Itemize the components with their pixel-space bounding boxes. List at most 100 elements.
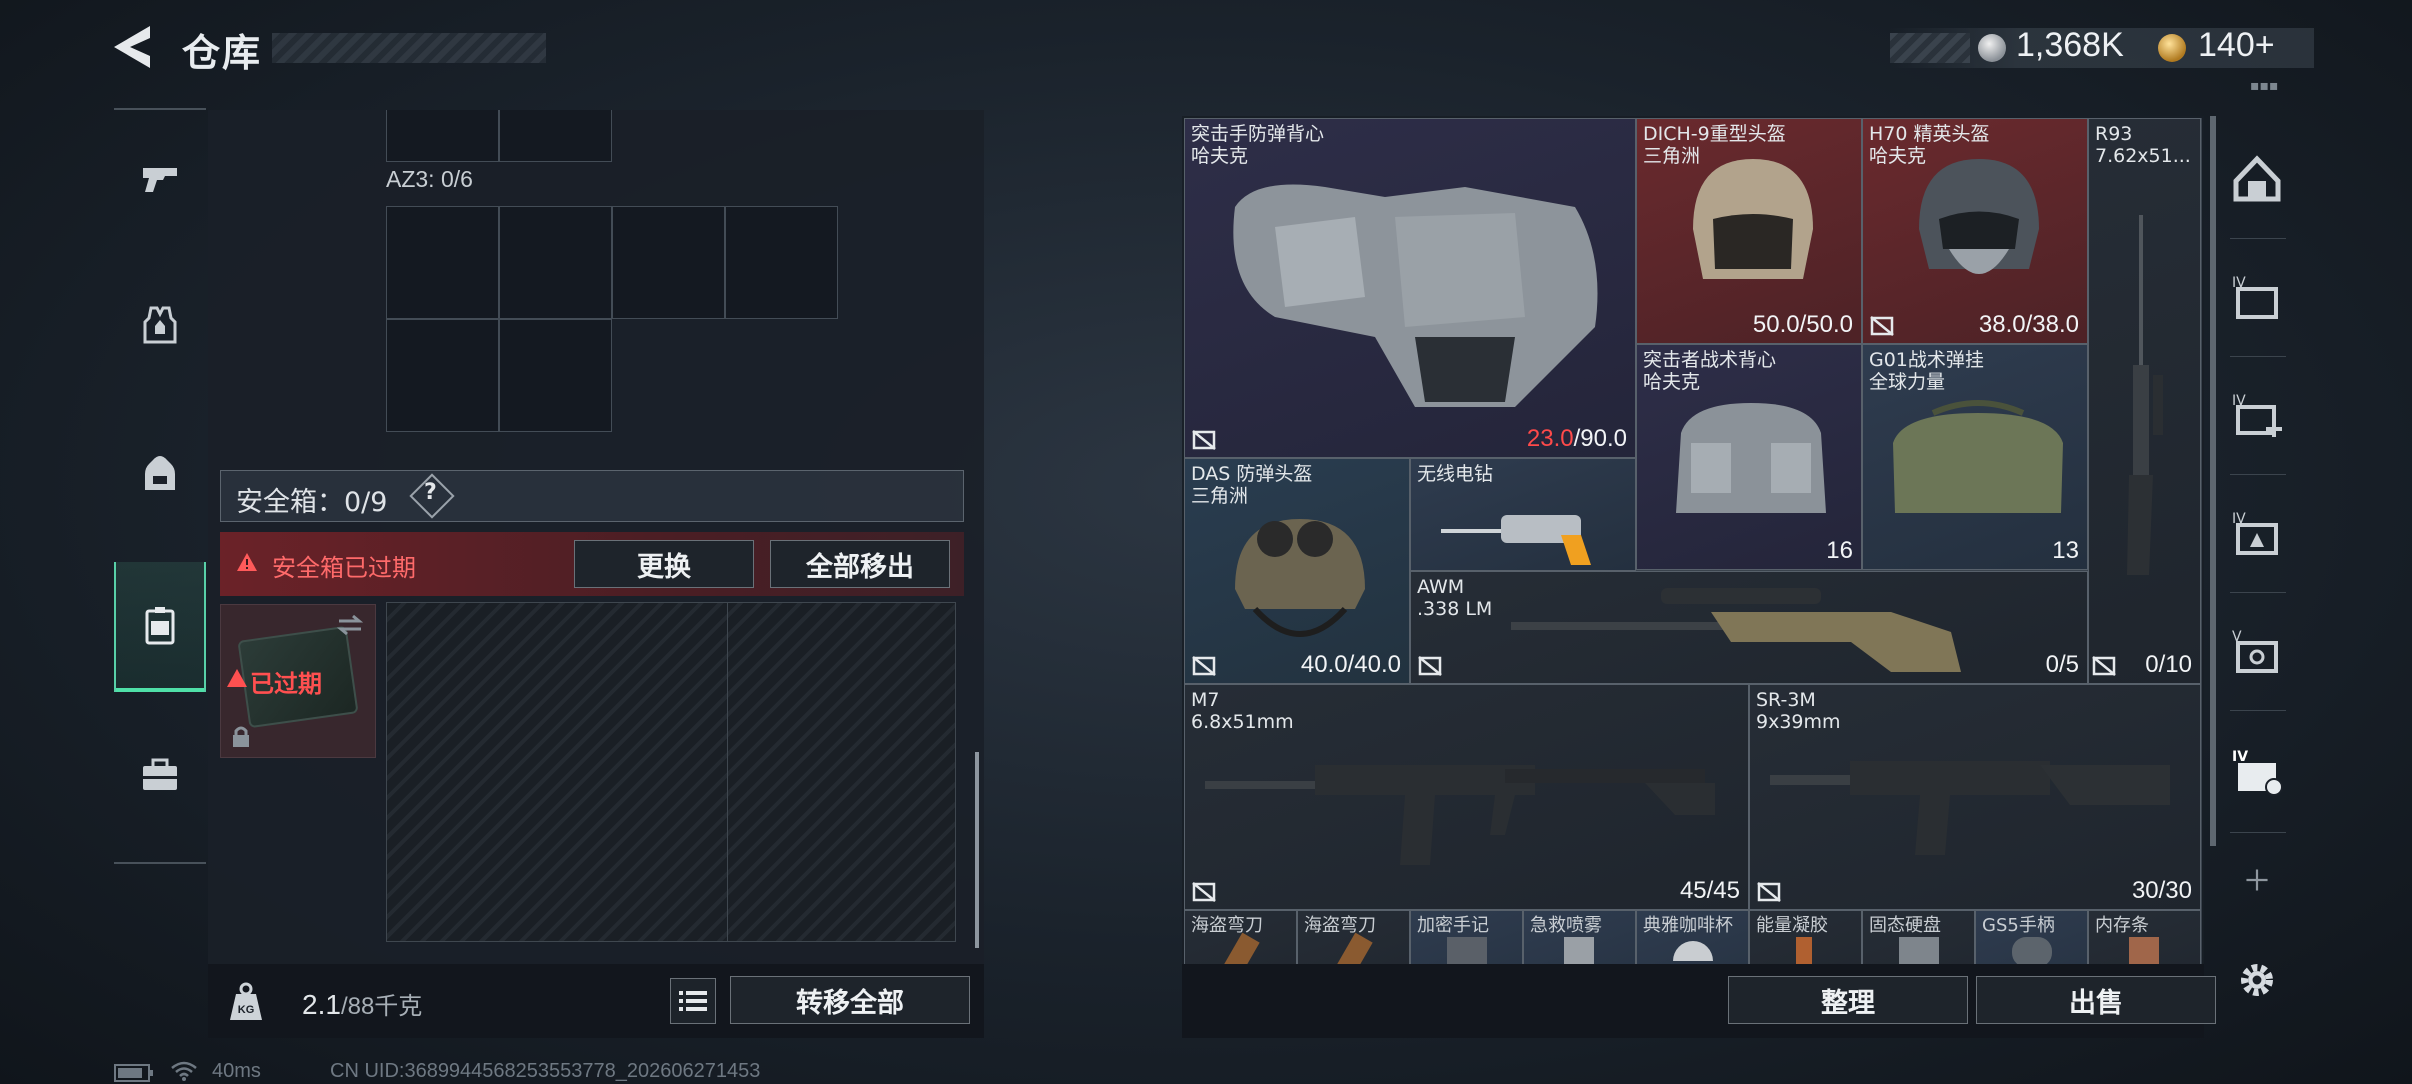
silver-coin-icon [1978, 34, 2006, 62]
no-insure-icon [1192, 882, 1216, 902]
tab-toolbox[interactable] [114, 710, 206, 840]
briefcase-icon [143, 758, 177, 790]
item-name: 突击者战术背心 哈夫克 [1643, 349, 1777, 393]
grid-slot[interactable] [386, 319, 499, 432]
no-insure-icon [1757, 882, 1781, 902]
ammo-count: 0/5 [2045, 651, 2079, 678]
item-name: 急救喷雾 [1530, 915, 1602, 936]
item-dich9-helmet[interactable]: DICH-9重型头盔 三角洲 50.0/50.0 [1636, 118, 1862, 344]
stash-tab-iv-2[interactable]: IV [2222, 364, 2292, 464]
item-r93-rifle[interactable]: R93 7.62x51... 0/10 [2088, 118, 2201, 684]
sidebar-divider [2230, 474, 2286, 475]
durability: 38.0/38.0 [1978, 311, 2079, 338]
item-thumb [1447, 937, 1487, 964]
stash-tab-home[interactable] [2222, 128, 2292, 228]
title-decoration [272, 33, 546, 63]
item-das-helmet[interactable]: DAS 防弹头盔 三角洲 40.0/40.0 [1184, 458, 1410, 684]
safebox-expired-text: 安全箱已过期 [272, 554, 416, 582]
ammo-count: 45/45 [1679, 877, 1740, 904]
settings-button[interactable] [2222, 930, 2292, 1030]
item-name: R93 7.62x51... [2095, 123, 2191, 167]
item-g01-rig[interactable]: G01战术弹挂 全球力量 13 [1862, 344, 2088, 570]
stash-selected-icon: IV [2232, 749, 2283, 796]
item-name: 突击手防弹背心 哈夫克 [1191, 123, 1325, 167]
sidebar-divider [2230, 592, 2286, 593]
grid-slot[interactable] [386, 206, 499, 319]
item-thumb [1564, 937, 1594, 964]
silver-currency-amount: 1,368K [2016, 26, 2124, 64]
stash-tab-iv-1[interactable]: IV [2222, 246, 2292, 346]
back-button[interactable] [110, 24, 154, 70]
grid-slot[interactable] [499, 319, 612, 432]
replace-button[interactable]: 更换 [574, 540, 754, 588]
gold-coin-icon [2158, 34, 2186, 62]
durability: 23.0/90.0 [1526, 425, 1627, 452]
backpack-icon [145, 456, 175, 490]
item-small[interactable]: 加密手记 [1410, 910, 1523, 964]
transfer-all-button[interactable]: 转移全部 [730, 976, 970, 1024]
page-title: 仓库 [182, 31, 263, 75]
item-small[interactable]: GS5手柄 [1975, 910, 2088, 964]
grid-slot[interactable] [386, 110, 499, 162]
currency-decoration [1890, 33, 1970, 63]
add-stash-button[interactable] [2222, 850, 2292, 910]
sort-button[interactable]: 整理 [1728, 976, 1968, 1024]
weight-max: /88千克 [340, 993, 423, 1020]
grid-slot[interactable] [612, 206, 725, 319]
item-small[interactable]: 内存条 [2088, 910, 2201, 964]
tab-armor[interactable] [114, 260, 206, 390]
settings-dots-icon[interactable]: ▪▪▪ [2250, 78, 2278, 94]
capacity: 16 [1826, 537, 1853, 564]
ping-value: 40ms [212, 1060, 261, 1082]
item-assault-vest[interactable]: 突击手防弹背心 哈夫克 23.0/90.0 [1184, 118, 1636, 458]
item-sr3m-rifle[interactable]: SR-3M 9x39mm 30/30 [1749, 684, 2201, 910]
item-small[interactable]: 能量凝胶 [1749, 910, 1862, 964]
stash-tab-v[interactable]: V [2222, 600, 2292, 700]
stash-iv-icon: IV [2232, 275, 2278, 319]
item-thumb [1222, 932, 1260, 964]
list-view-button[interactable] [670, 978, 716, 1024]
no-insure-icon [1192, 656, 1216, 676]
item-small[interactable]: 海盗弯刀 [1184, 910, 1297, 964]
move-all-out-button[interactable]: 全部移出 [770, 540, 950, 588]
az3-capacity-label: AZ3: 0/6 [386, 166, 473, 192]
stash-scrollbar[interactable] [2210, 116, 2216, 846]
container-scrollbar[interactable] [975, 752, 979, 948]
item-small[interactable]: 典雅咖啡杯 [1636, 910, 1749, 964]
svg-text:IV: IV [2232, 749, 2248, 765]
tab-safebox[interactable] [114, 562, 206, 692]
tab-weapons[interactable] [114, 112, 206, 242]
assault-rifle-image [1205, 765, 1715, 865]
no-insure-icon [2092, 656, 2116, 676]
item-raider-rig[interactable]: 突击者战术背心 哈夫克 16 [1636, 344, 1862, 570]
armor-vest-image [1233, 184, 1598, 407]
sell-button[interactable]: 出售 [1976, 976, 2216, 1024]
item-cordless-drill[interactable]: 无线电钻 [1410, 458, 1636, 571]
sidebar-divider [2230, 832, 2286, 833]
item-small[interactable]: 急救喷雾 [1523, 910, 1636, 964]
swap-icon[interactable] [335, 613, 365, 637]
helmet-image [1235, 519, 1365, 637]
help-icon[interactable]: ? [424, 480, 437, 505]
category-tabs [114, 108, 206, 864]
item-thumb [1673, 941, 1713, 961]
stash-tab-iv-3[interactable]: IV [2222, 482, 2292, 582]
item-h70-helmet[interactable]: H70 精英头盔 哈夫克 38.0/38.0 [1862, 118, 2088, 344]
wifi-icon [171, 1061, 197, 1081]
tactical-vest-image [1676, 403, 1826, 513]
item-m7-rifle[interactable]: M7 6.8x51mm 45/45 [1184, 684, 1749, 910]
gold-currency-amount[interactable]: 140+ [2198, 26, 2275, 65]
durability: 40.0/40.0 [1300, 651, 1401, 678]
item-name: 无线电钻 [1417, 463, 1494, 485]
grid-slot[interactable] [725, 206, 838, 319]
grid-slot[interactable] [499, 206, 612, 319]
item-name: 固态硬盘 [1869, 915, 1941, 936]
item-awm-rifle[interactable]: AWM .338 LM 0/5 [1410, 571, 2088, 684]
item-small[interactable]: 固态硬盘 [1862, 910, 1975, 964]
grid-slot[interactable] [499, 110, 612, 162]
pistol-icon [143, 168, 177, 192]
tab-backpack[interactable] [114, 408, 206, 538]
expired-tag: 已过期 [250, 670, 322, 698]
stash-tab-iv-active[interactable]: IV [2222, 720, 2292, 820]
item-small[interactable]: 海盗弯刀 [1297, 910, 1410, 964]
